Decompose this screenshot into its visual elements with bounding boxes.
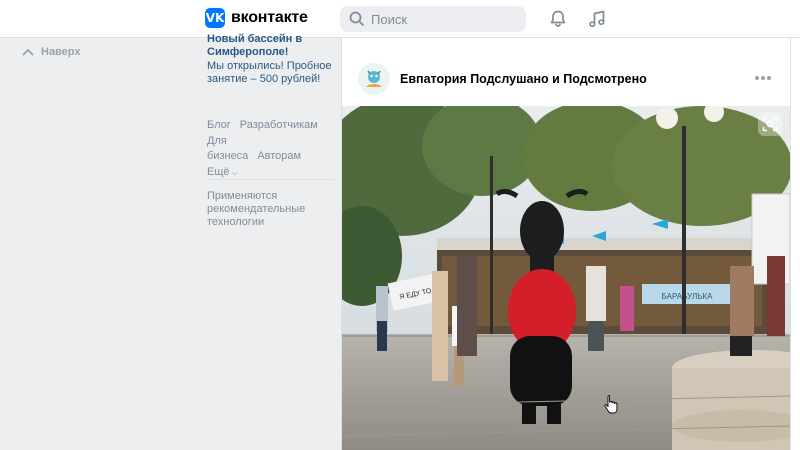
chevron-up-icon bbox=[22, 49, 34, 56]
more-icon[interactable] bbox=[755, 76, 771, 82]
music-icon[interactable] bbox=[587, 9, 607, 29]
promo-title[interactable]: Новый бассейн в Симферополе! bbox=[207, 33, 327, 59]
bell-icon[interactable] bbox=[548, 9, 568, 29]
vk-logo-icon: VK bbox=[205, 8, 225, 28]
top-header: VK вконтакте bbox=[0, 0, 800, 38]
group-avatar[interactable] bbox=[358, 63, 390, 95]
chevron-down-icon: ⌵ bbox=[231, 167, 238, 177]
footer-links: Блог Разработчикам Для бизнеса Авторам Ещё… bbox=[207, 118, 332, 180]
divider bbox=[207, 179, 334, 180]
recommendation-note[interactable]: Применяются рекомендательные технологии bbox=[207, 190, 332, 229]
banner-text: БАРАБУЛЬКА bbox=[662, 292, 714, 301]
logo-text: вконтакте bbox=[231, 9, 308, 26]
lens-icon bbox=[762, 116, 778, 132]
search-box[interactable] bbox=[340, 6, 526, 32]
photo-scene: БАРАБУЛЬКА Я ЕДУ ТО bbox=[342, 106, 790, 450]
cursor-icon bbox=[604, 395, 618, 414]
post-photo[interactable]: БАРАБУЛЬКА Я ЕДУ ТО bbox=[342, 106, 790, 450]
more-label: Ещё bbox=[207, 165, 230, 178]
footer-link-business[interactable]: Для бизнеса bbox=[207, 135, 248, 163]
footer-link-blog[interactable]: Блог bbox=[207, 119, 231, 131]
promo-text[interactable]: Мы открылись! Пробное занятие – 500 рубл… bbox=[207, 60, 332, 86]
footer-link-more[interactable]: Ещё ⌵ bbox=[207, 166, 247, 178]
lens-button[interactable] bbox=[758, 112, 782, 136]
footer-link-developers[interactable]: Разработчикам bbox=[240, 119, 318, 131]
footer-link-authors[interactable]: Авторам bbox=[257, 150, 301, 162]
search-icon bbox=[349, 11, 364, 26]
right-scroll-strip bbox=[791, 38, 800, 450]
group-name[interactable]: Евпатория Подслушано и Подсмотрено bbox=[400, 72, 647, 86]
post-card: Евпатория Подслушано и Подсмотрено БАРАБ… bbox=[341, 38, 791, 450]
search-input[interactable] bbox=[371, 11, 521, 27]
vk-logo[interactable]: VK вконтакте bbox=[205, 8, 308, 28]
up-label: Наверх bbox=[41, 46, 81, 58]
avatar-image bbox=[358, 63, 390, 95]
scroll-up-link[interactable]: Наверх bbox=[22, 46, 81, 58]
